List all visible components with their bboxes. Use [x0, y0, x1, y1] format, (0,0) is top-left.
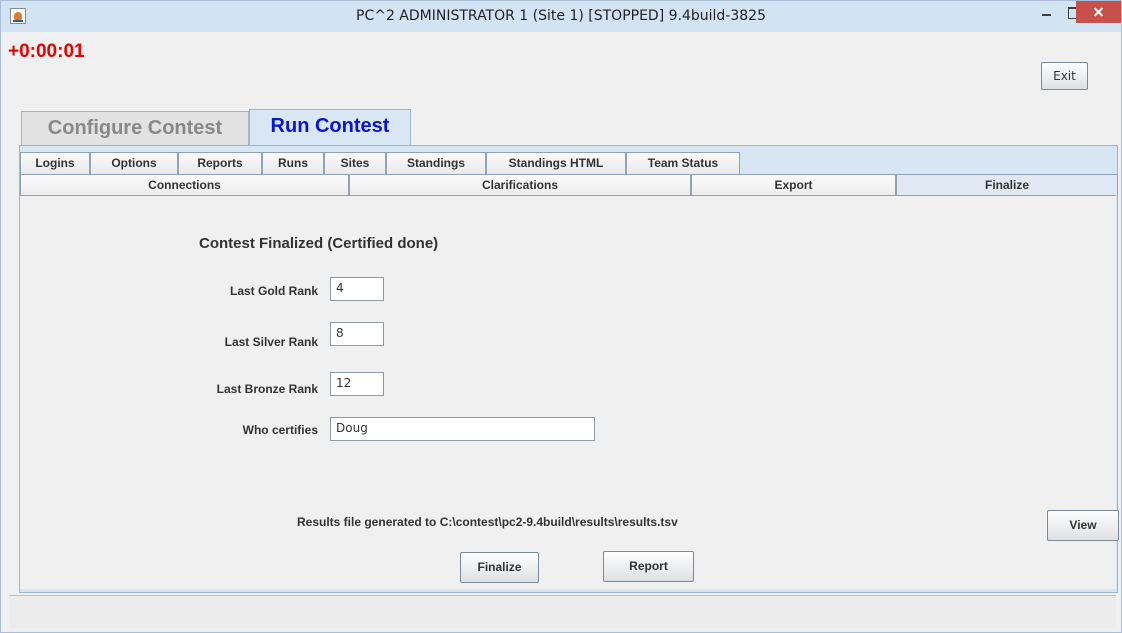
finalize-heading: Contest Finalized (Certified done) — [199, 235, 439, 252]
last-gold-rank-label: Last Gold Rank — [229, 284, 318, 298]
tab-standings[interactable]: Standings — [386, 152, 486, 174]
view-button[interactable]: View — [1047, 510, 1119, 541]
window-title: PC^2 ADMINISTRATOR 1 (Site 1) [STOPPED] … — [356, 8, 766, 24]
view-button-label: View — [1069, 518, 1097, 532]
title-bar[interactable]: PC^2 ADMINISTRATOR 1 (Site 1) [STOPPED] … — [1, 1, 1121, 32]
tab-standings-html[interactable]: Standings HTML — [486, 152, 626, 174]
tab-export[interactable]: Export — [691, 174, 896, 196]
app-window: PC^2 ADMINISTRATOR 1 (Site 1) [STOPPED] … — [0, 0, 1122, 633]
who-certifies-label: Who certifies — [242, 423, 318, 437]
tab-run-contest[interactable]: Run Contest — [249, 109, 411, 145]
minimize-icon[interactable] — [1033, 1, 1059, 23]
tab-configure-contest[interactable]: Configure Contest — [21, 111, 249, 147]
last-bronze-rank-label: Last Bronze Rank — [216, 382, 318, 396]
report-button[interactable]: Report — [603, 551, 694, 582]
close-icon[interactable] — [1076, 1, 1121, 23]
tab-clarifications[interactable]: Clarifications — [349, 174, 691, 196]
tab-connections[interactable]: Connections — [20, 174, 349, 196]
finalize-button[interactable]: Finalize — [460, 552, 539, 583]
results-file-status: Results file generated to C:\contest\pc2… — [297, 515, 678, 529]
last-silver-rank-input[interactable]: 8 — [330, 322, 384, 346]
tab-finalize[interactable]: Finalize — [896, 174, 1118, 196]
exit-button-label: Exit — [1053, 69, 1076, 83]
who-certifies-input[interactable]: Doug — [330, 417, 595, 441]
last-silver-rank-label: Last Silver Rank — [224, 335, 318, 349]
tab-team-status[interactable]: Team Status — [626, 152, 740, 174]
status-bar — [9, 595, 1116, 628]
report-button-label: Report — [629, 559, 668, 573]
tab-sites[interactable]: Sites — [324, 152, 386, 174]
contest-clock: +0:00:01 — [8, 41, 85, 62]
tab-runs[interactable]: Runs — [262, 152, 324, 174]
finalize-button-label: Finalize — [477, 560, 522, 574]
tab-options[interactable]: Options — [90, 152, 178, 174]
tab-reports[interactable]: Reports — [178, 152, 262, 174]
last-bronze-rank-input[interactable]: 12 — [330, 372, 384, 396]
exit-button[interactable]: Exit — [1041, 62, 1088, 90]
sub-tab-bar-2: Connections Clarifications Export Finali… — [20, 174, 1118, 196]
tab-logins[interactable]: Logins — [20, 152, 90, 174]
last-gold-rank-input[interactable]: 4 — [330, 277, 384, 301]
